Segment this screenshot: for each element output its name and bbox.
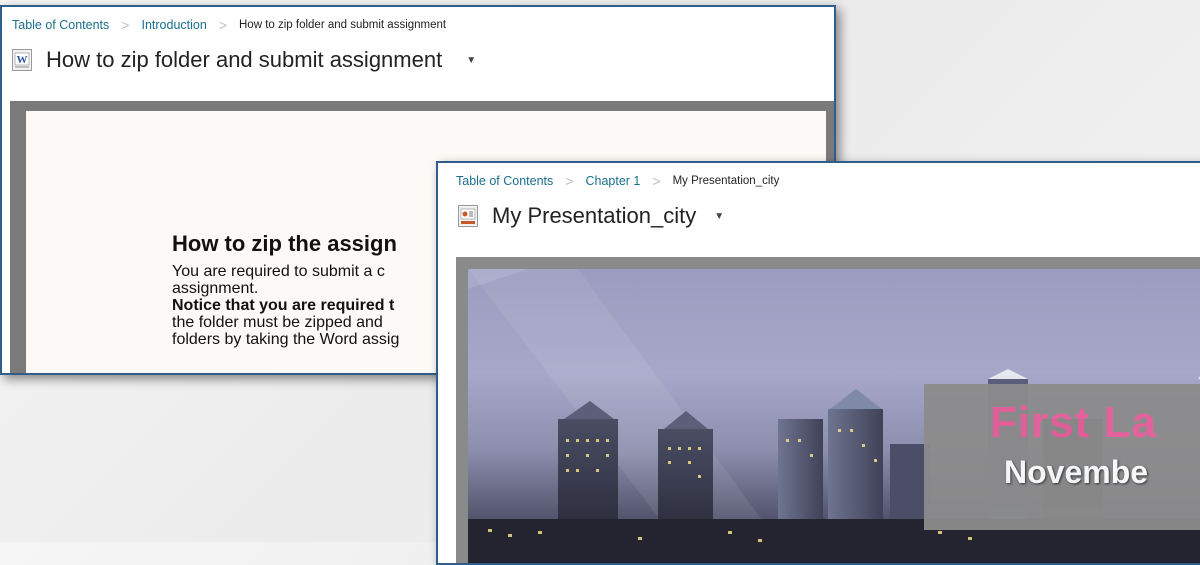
presentation-panel: Table of Contents > Chapter 1 > My Prese… bbox=[436, 161, 1200, 565]
page-title: My Presentation_city bbox=[492, 203, 697, 228]
page-title-row: My Presentation_city ▼ bbox=[458, 203, 724, 229]
page-title: How to zip folder and submit assignment bbox=[46, 47, 443, 72]
document-heading: How to zip the assign bbox=[172, 231, 397, 256]
slide-canvas: First La Novembe bbox=[468, 269, 1200, 563]
breadcrumb-introduction[interactable]: Introduction bbox=[141, 18, 206, 32]
breadcrumb-current: How to zip folder and submit assignment bbox=[239, 19, 447, 31]
breadcrumb-current: My Presentation_city bbox=[672, 175, 780, 187]
title-dropdown-caret-icon[interactable]: ▼ bbox=[714, 211, 724, 222]
breadcrumb-chapter-1[interactable]: Chapter 1 bbox=[585, 174, 640, 188]
breadcrumb-table-of-contents[interactable]: Table of Contents bbox=[12, 18, 109, 32]
breadcrumb-separator-icon: > bbox=[121, 17, 130, 33]
powerpoint-presentation-icon bbox=[458, 205, 478, 227]
breadcrumb: Table of Contents > Introduction > How t… bbox=[12, 17, 446, 33]
slide-title-banner: First La Novembe bbox=[924, 384, 1200, 530]
slide-title: First La bbox=[990, 398, 1157, 447]
breadcrumb-separator-icon: > bbox=[218, 17, 227, 33]
breadcrumb-separator-icon: > bbox=[652, 173, 661, 189]
word-document-icon: W bbox=[12, 49, 32, 71]
breadcrumb: Table of Contents > Chapter 1 > My Prese… bbox=[456, 173, 779, 189]
breadcrumb-separator-icon: > bbox=[565, 173, 574, 189]
svg-text:W: W bbox=[17, 54, 28, 66]
title-dropdown-caret-icon[interactable]: ▼ bbox=[466, 55, 476, 66]
breadcrumb-table-of-contents[interactable]: Table of Contents bbox=[456, 174, 553, 188]
presentation-viewer[interactable]: First La Novembe bbox=[456, 257, 1200, 563]
page-title-row: W How to zip folder and submit assignmen… bbox=[12, 47, 476, 73]
slide-subtitle: Novembe bbox=[1004, 454, 1149, 490]
